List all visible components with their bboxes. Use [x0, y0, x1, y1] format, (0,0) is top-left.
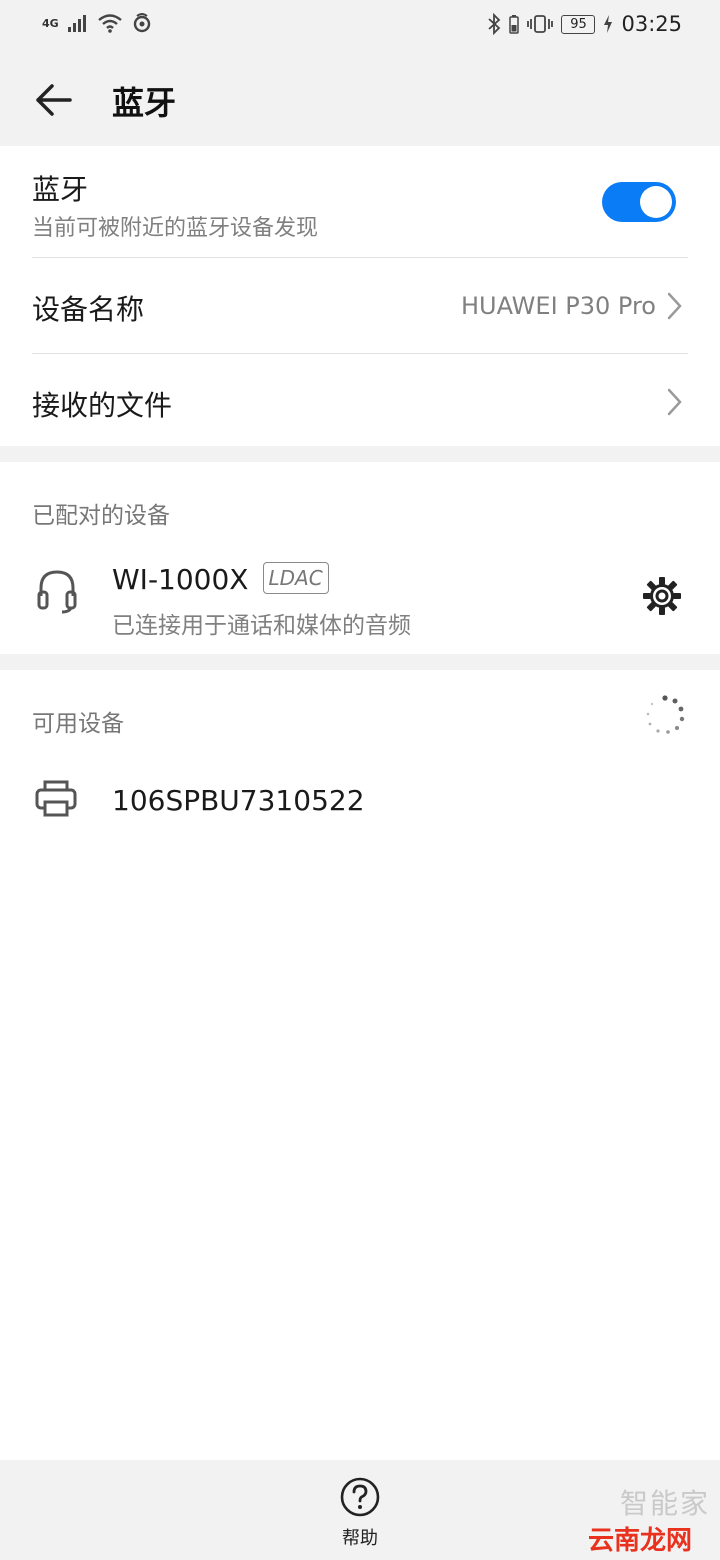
device-name-row[interactable]: 设备名称 HUAWEI P30 Pro: [32, 258, 688, 354]
gear-icon: [643, 577, 681, 615]
bluetooth-status-icon: [488, 13, 501, 35]
clock: 03:25: [621, 12, 682, 36]
device-name-value: HUAWEI P30 Pro: [460, 292, 656, 320]
received-files-label: 接收的文件: [32, 389, 173, 422]
paired-device-name: WI-1000X: [112, 563, 249, 596]
wifi-icon: [97, 14, 122, 33]
charging-icon: [604, 15, 613, 33]
watermark-top: 智能家: [619, 1487, 710, 1520]
headset-icon: [37, 570, 77, 614]
headset-battery-icon: [509, 15, 520, 34]
bluetooth-switch[interactable]: [602, 182, 676, 222]
paired-devices-card: 已配对的设备 WI-1000X LDAC 已连接用于通话和媒体的音频: [0, 462, 720, 654]
device-name-label: 设备名称: [32, 293, 145, 326]
hotspot-icon: [133, 13, 150, 33]
help-label: 帮助: [342, 1528, 378, 1549]
watermark-bottom: 云南龙网: [587, 1526, 692, 1556]
app-bar: 蓝牙: [0, 52, 720, 146]
vibrate-icon: [527, 15, 554, 33]
back-arrow-icon: [36, 84, 72, 116]
available-device-item[interactable]: 106SPBU7310522: [0, 760, 720, 840]
help-button[interactable]: 帮助: [320, 1476, 400, 1556]
ldac-badge: LDAC: [262, 562, 329, 594]
printer-icon: [35, 780, 77, 817]
battery-level: 95: [561, 14, 596, 34]
paired-section-title: 已配对的设备: [32, 503, 170, 529]
available-device-name: 106SPBU7310522: [112, 784, 365, 817]
paired-device-status: 已连接用于通话和媒体的音频: [112, 613, 411, 639]
available-devices-card: 可用设备 106SPBU7310522: [0, 670, 720, 1460]
bluetooth-settings-card: 蓝牙 当前可被附近的蓝牙设备发现 设备名称 HUAWEI P30 Pro 接收的…: [0, 146, 720, 446]
scanning-spinner-icon: [646, 695, 685, 734]
help-icon: [340, 1477, 380, 1517]
received-files-row[interactable]: 接收的文件: [32, 354, 688, 446]
bluetooth-toggle-row[interactable]: 蓝牙 当前可被附近的蓝牙设备发现: [32, 146, 688, 258]
bluetooth-label: 蓝牙: [32, 173, 89, 206]
switch-knob: [640, 186, 672, 218]
bottom-bar: 帮助 智能家 云南龙网: [0, 1460, 720, 1560]
bluetooth-subtitle: 当前可被附近的蓝牙设备发现: [32, 216, 319, 241]
status-bar: 4G 95 03:25: [0, 0, 720, 52]
status-right: 95 03:25: [487, 12, 682, 36]
chevron-right-icon: [667, 292, 682, 320]
available-section-title: 可用设备: [32, 711, 124, 737]
chevron-right-icon: [667, 388, 682, 416]
status-left: 4G: [42, 12, 153, 34]
back-button[interactable]: [30, 76, 80, 124]
paired-device-name-line: WI-1000X LDAC: [112, 562, 329, 596]
page-title: 蓝牙: [112, 84, 177, 122]
paired-device-item[interactable]: WI-1000X LDAC 已连接用于通话和媒体的音频: [0, 552, 720, 652]
network-type: 4G: [42, 16, 59, 30]
device-settings-button[interactable]: [640, 574, 688, 622]
signal-icon: [67, 15, 86, 32]
